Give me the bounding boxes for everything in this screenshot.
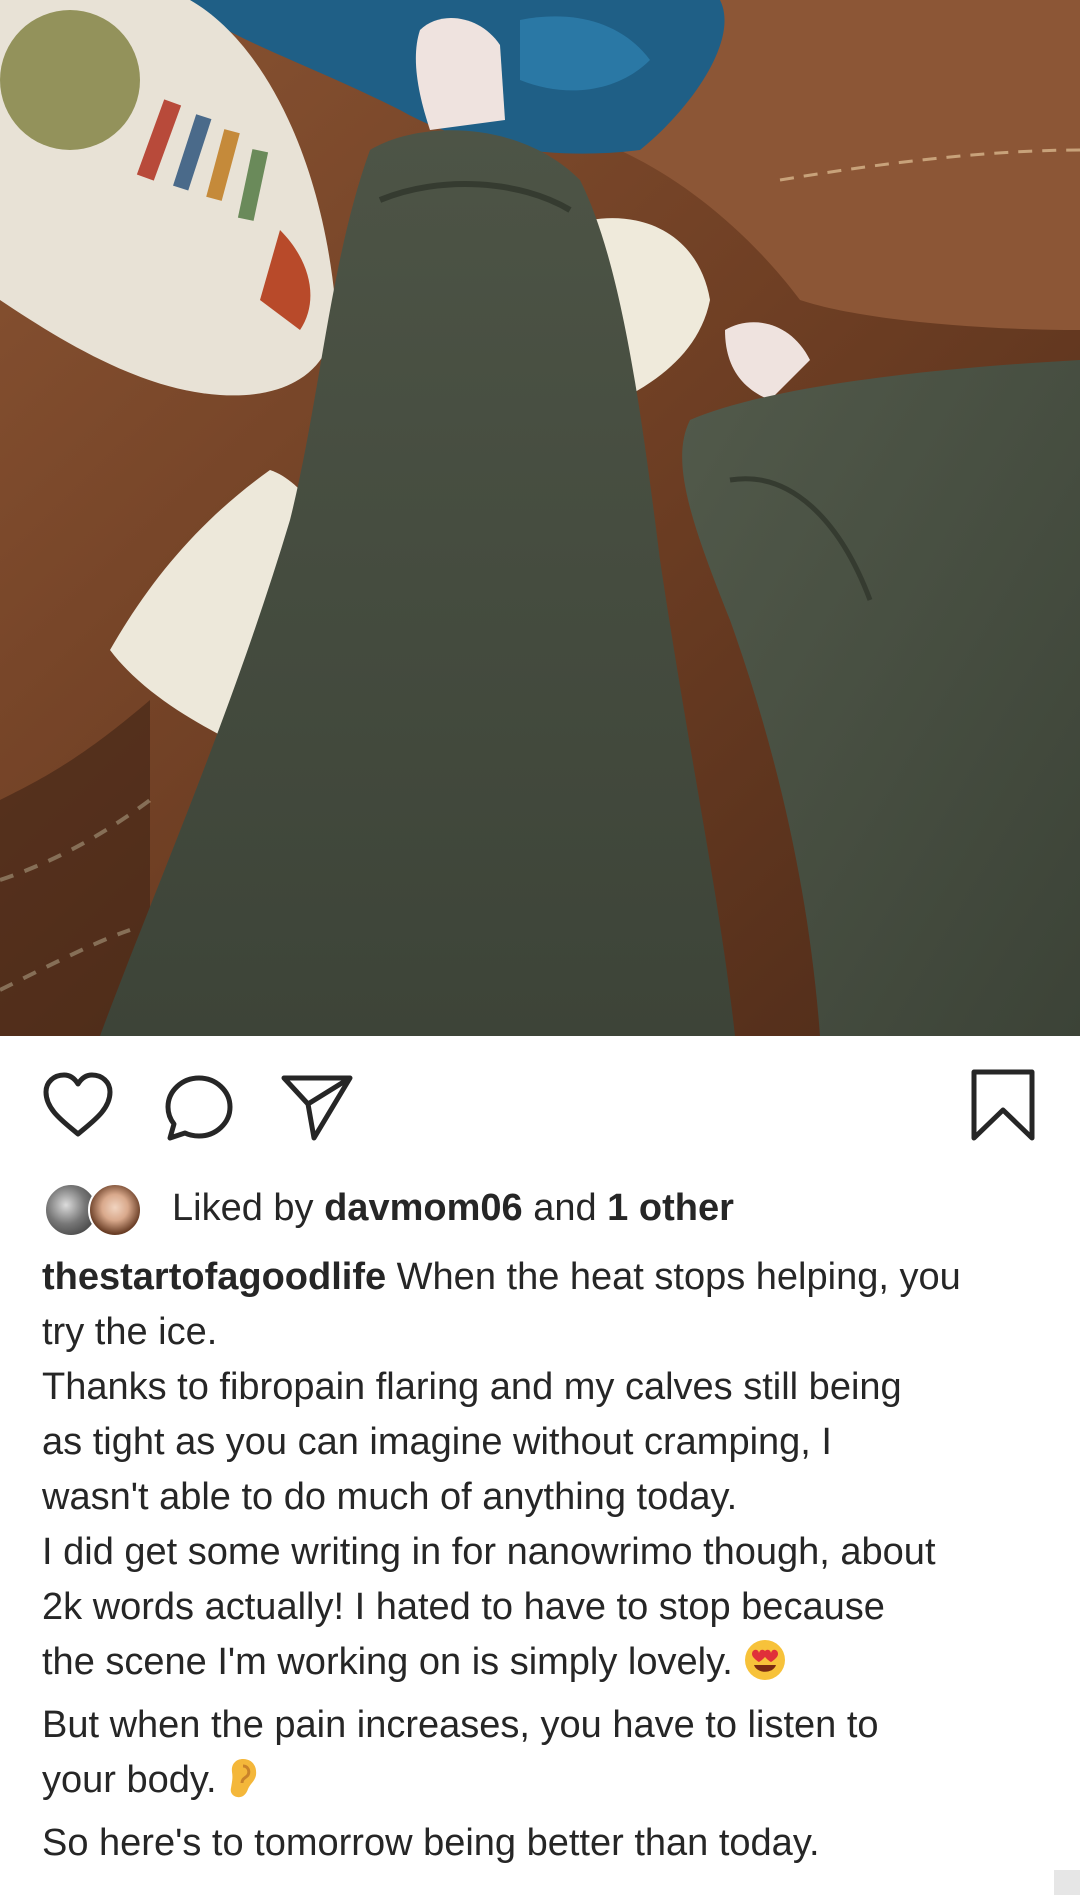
liker-username[interactable]: davmom06: [324, 1187, 523, 1229]
avatar[interactable]: [88, 1183, 142, 1237]
caption-line: thestartofagoodlife When the heat stops …: [42, 1250, 1042, 1305]
caption-line: your body.: [42, 1753, 1042, 1816]
caption-line: But when the pain increases, you have to…: [42, 1704, 879, 1746]
caption-text: your body.: [42, 1759, 228, 1801]
caption-line: try the ice.: [42, 1311, 218, 1353]
likes-others-link[interactable]: 1 other: [607, 1187, 734, 1229]
scrollbar[interactable]: [1054, 1870, 1080, 1895]
caption-username[interactable]: thestartofagoodlife: [42, 1256, 386, 1298]
caption-text: the scene I'm working on is simply lovel…: [42, 1641, 744, 1683]
bookmark-icon[interactable]: [970, 1068, 1036, 1142]
caption-overflow-hint: [0, 1862, 1080, 1895]
likes-summary: Liked by davmom06 and 1 other: [172, 1187, 734, 1230]
caption-line: wasn't able to do much of anything today…: [42, 1476, 738, 1518]
comment-icon[interactable]: [164, 1074, 234, 1142]
post-image[interactable]: [0, 0, 1080, 1036]
caption-line: Thanks to fibropain flaring and my calve…: [42, 1366, 902, 1408]
ear-emoji-icon: [227, 1756, 259, 1816]
caption-line: I did get some writing in for nanowrimo …: [42, 1531, 936, 1573]
caption-line: as tight as you can imagine without cram…: [42, 1421, 832, 1463]
likes-row[interactable]: Liked by davmom06 and 1 other: [42, 1178, 734, 1238]
share-icon[interactable]: [280, 1072, 354, 1142]
caption-line: 2k words actually! I hated to have to st…: [42, 1586, 885, 1628]
post-action-bar: [0, 1036, 1080, 1166]
liker-avatars[interactable]: [42, 1180, 146, 1237]
post-caption: thestartofagoodlife When the heat stops …: [42, 1250, 1042, 1871]
caption-text: When the heat stops helping, you: [386, 1256, 961, 1298]
caption-line: the scene I'm working on is simply lovel…: [42, 1635, 1042, 1698]
heart-icon[interactable]: [42, 1072, 114, 1138]
post-photo-illustration: [0, 0, 1080, 1036]
likes-prefix: Liked by: [172, 1186, 325, 1229]
heart-eyes-emoji-icon: [743, 1638, 787, 1698]
likes-conjunction: and: [522, 1186, 608, 1229]
